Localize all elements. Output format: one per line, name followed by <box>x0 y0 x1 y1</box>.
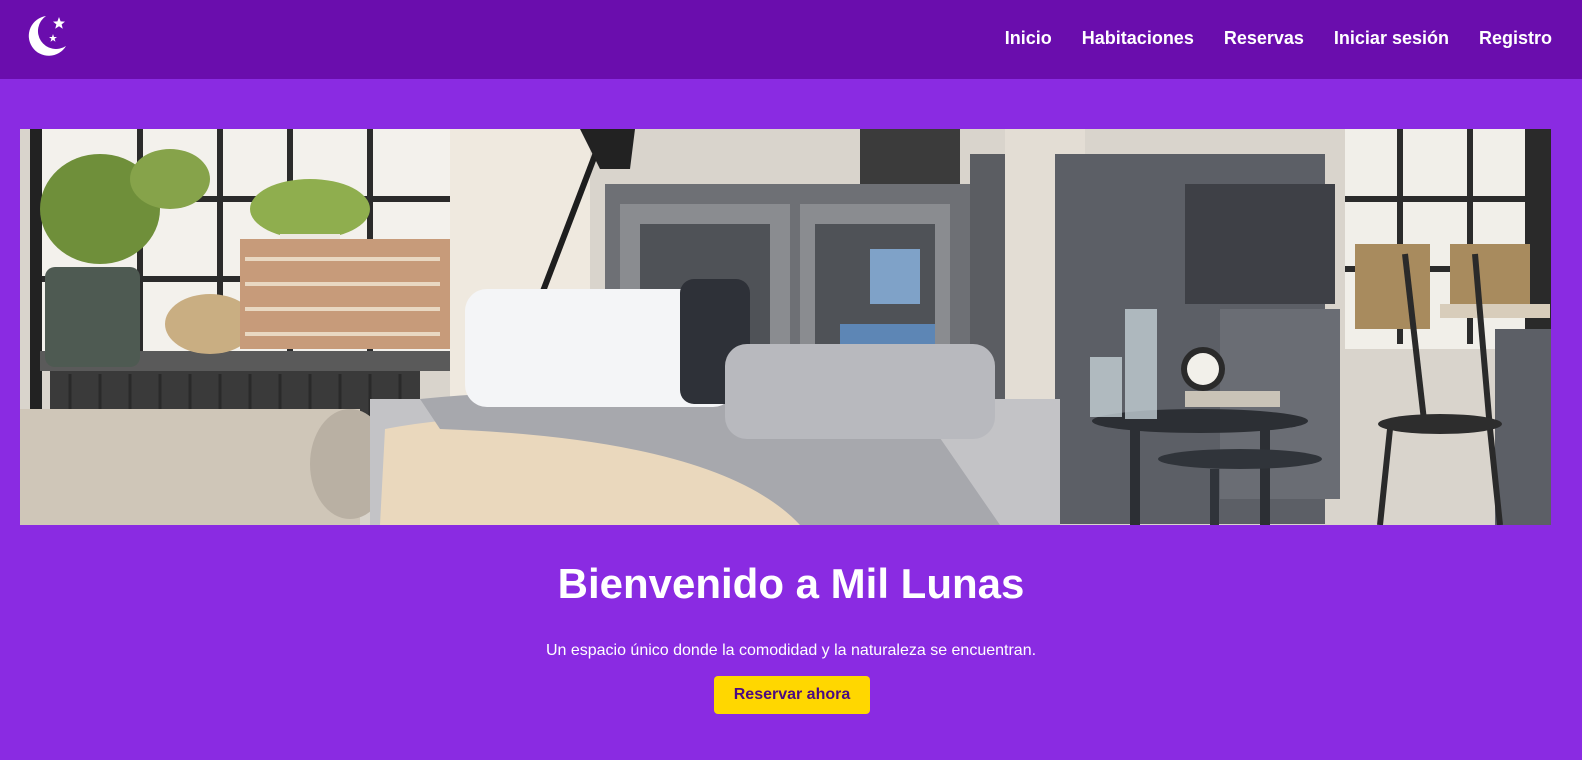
hero-subtitle: Un espacio único donde la comodidad y la… <box>545 642 1037 659</box>
top-navbar: Inicio Habitaciones Reservas Iniciar ses… <box>0 0 1582 79</box>
main-nav: Inicio Habitaciones Reservas Iniciar ses… <box>1005 0 1552 76</box>
nav-link-reservas[interactable]: Reservas <box>1224 28 1304 49</box>
hero-bedroom-image <box>20 129 1551 525</box>
nav-link-inicio[interactable]: Inicio <box>1005 28 1052 49</box>
moon-stars-icon[interactable] <box>22 12 70 60</box>
nav-link-iniciar-sesion[interactable]: Iniciar sesión <box>1334 28 1449 49</box>
reserve-now-button[interactable]: Reservar ahora <box>714 676 870 714</box>
hero-title: Bienvenido a Mil Lunas <box>557 560 1025 607</box>
nav-link-registro[interactable]: Registro <box>1479 28 1552 49</box>
nav-link-habitaciones[interactable]: Habitaciones <box>1082 28 1194 49</box>
